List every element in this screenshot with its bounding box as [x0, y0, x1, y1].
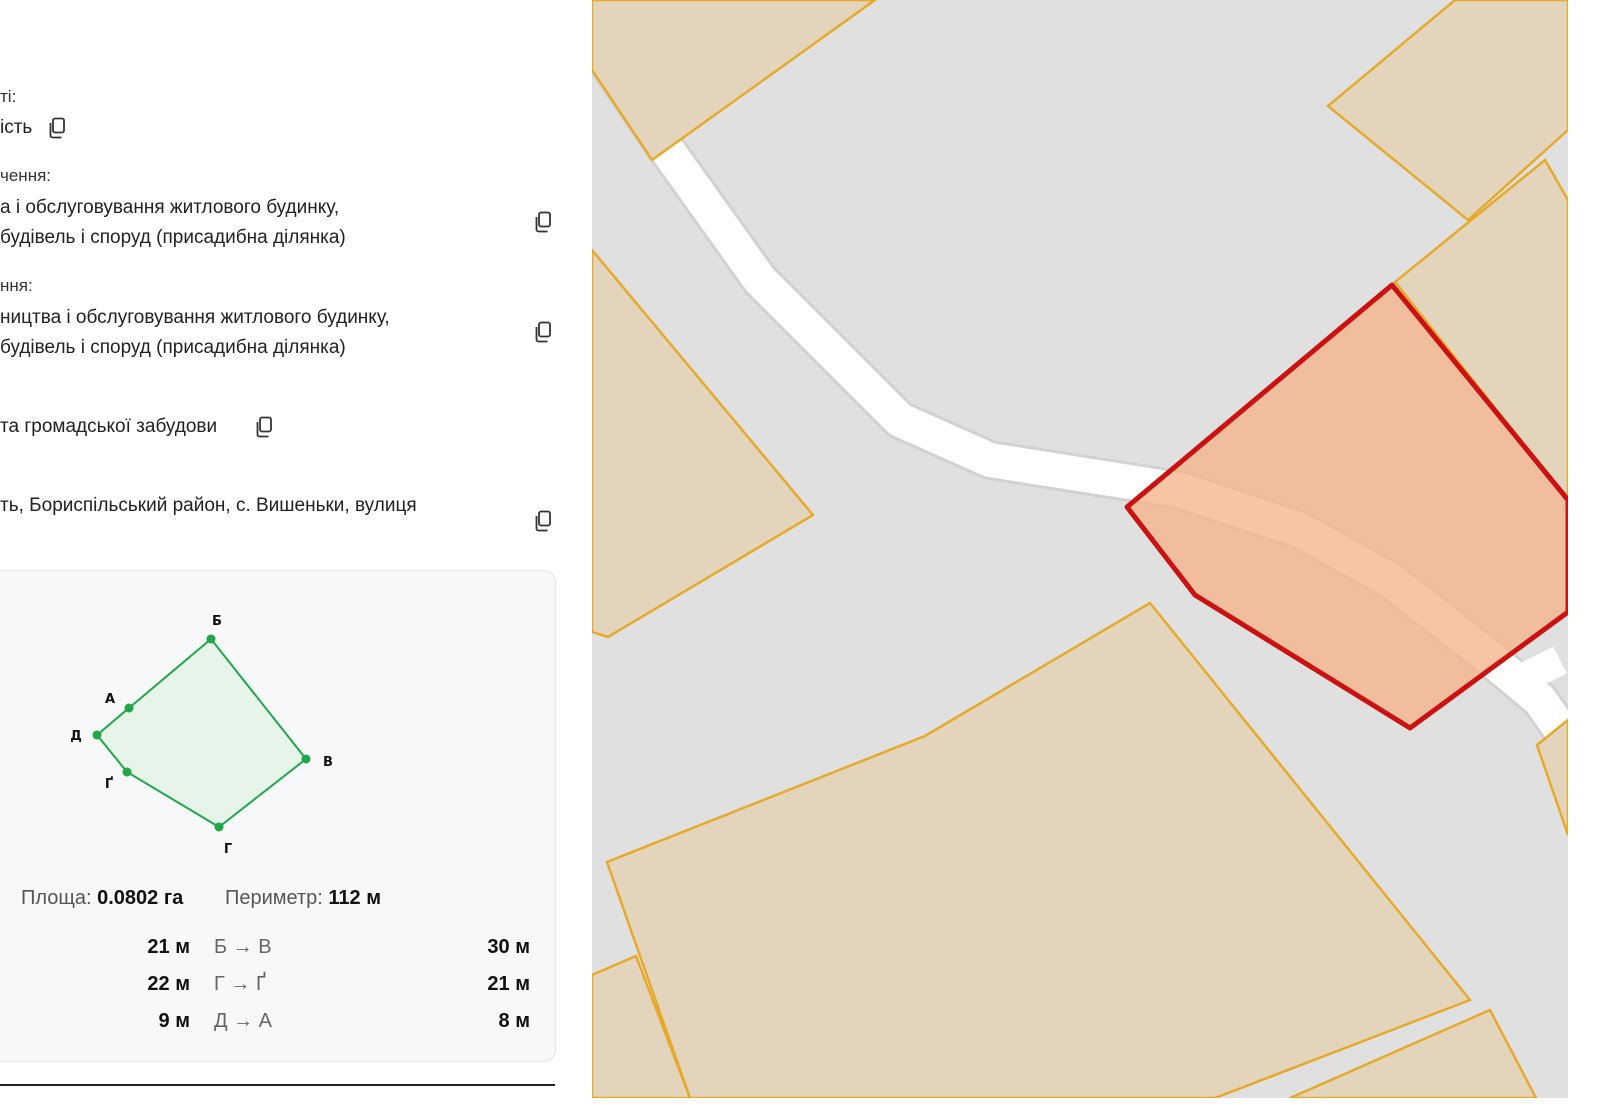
- segment-label: Д → А: [214, 1010, 272, 1032]
- address-line-1: ть, Бориспільський район, с. Вишеньки, в…: [0, 495, 417, 516]
- vertex-d-point: [92, 730, 102, 740]
- copy-address-icon[interactable]: [533, 510, 553, 532]
- parcel-shape-polygon: [95, 637, 308, 829]
- copy-usage-icon[interactable]: [533, 321, 553, 343]
- area-label: Площа:: [21, 887, 92, 909]
- vertex-label-v: В: [323, 755, 333, 770]
- ownership-label: ті:: [0, 87, 17, 106]
- ownership-value: ість: [0, 117, 33, 138]
- copy-ownership-icon[interactable]: [47, 117, 67, 139]
- parcel: [1535, 718, 1568, 836]
- segment-right-distance: 30 м: [487, 936, 530, 958]
- usage-line-1: ництва і обслуговування житлового будинк…: [0, 307, 390, 328]
- cadastral-map[interactable]: [592, 0, 1568, 1098]
- segment-right-distance: 21 м: [487, 973, 530, 995]
- segment-left-distance: 9 м: [158, 1010, 190, 1032]
- purpose-line-2: будівель і споруд (присадибна ділянка): [0, 227, 346, 248]
- vertex-label-b: Б: [212, 614, 222, 629]
- vertex-label-ge: Ґ: [105, 777, 113, 792]
- segment-left-distance: 22 м: [147, 973, 190, 995]
- map-canvas[interactable]: [592, 0, 1568, 1098]
- segment-label: Г → Ґ: [214, 973, 266, 995]
- segment-label: Б → В: [214, 936, 272, 958]
- vertex-label-a: А: [105, 692, 115, 707]
- usage-label: ння:: [0, 276, 33, 295]
- parcel-shape-diagram: Б А Д В Ґ Г: [70, 614, 333, 857]
- purpose-line-1: а і обслуговування житлового будинку,: [0, 197, 340, 218]
- perimeter-label: Периметр:: [225, 887, 323, 909]
- copy-purpose-icon[interactable]: [533, 211, 553, 233]
- area-metric: Площа: 0.0802 га: [21, 887, 183, 910]
- usage-line-2: будівель і споруд (присадибна ділянка): [0, 337, 346, 358]
- parcel-info-panel: ті: ість чення: а і обслуговування житло…: [0, 0, 592, 1098]
- vertex-v-point: [301, 754, 311, 764]
- purpose-label: чення:: [0, 166, 52, 185]
- segment-right-distance: 8 м: [498, 1010, 530, 1032]
- vertex-ge-point: [122, 767, 132, 777]
- vertex-g-point: [214, 822, 224, 832]
- vertex-b-point: [206, 634, 216, 644]
- road-branch: [1513, 646, 1567, 694]
- parcel-shape-card: Б А Д В Ґ Г Площа: 0.0802 га Периметр: 1…: [0, 570, 556, 1062]
- segment-left-distance: 21 м: [147, 936, 190, 958]
- area-value: 0.0802 га: [97, 887, 184, 909]
- category-value: та громадської забудови: [0, 416, 218, 437]
- vertex-a-point: [124, 703, 134, 713]
- perimeter-value: 112 м: [328, 887, 382, 909]
- perimeter-metric: Периметр: 112 м: [225, 887, 381, 910]
- vertex-label-g: Г: [224, 842, 232, 857]
- vertex-label-d: Д: [70, 729, 82, 744]
- copy-category-icon[interactable]: [254, 416, 274, 438]
- section-divider: [0, 1084, 555, 1086]
